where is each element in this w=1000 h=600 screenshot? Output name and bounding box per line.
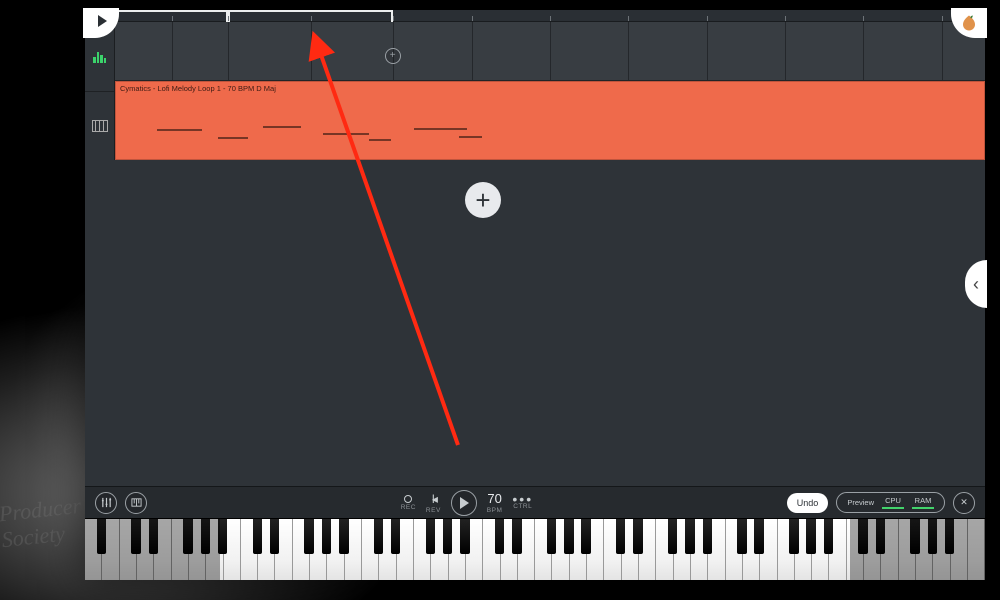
playlist-header-area: Cymatics - Lofi Melody Loop 1 - 70 BPM D… bbox=[85, 10, 985, 160]
black-key[interactable] bbox=[547, 519, 556, 554]
track-header-clip[interactable] bbox=[85, 91, 114, 160]
close-button[interactable]: ✕ bbox=[953, 492, 975, 514]
mixer-icon bbox=[101, 497, 112, 508]
ellipsis-icon: ••• bbox=[512, 496, 533, 502]
black-key[interactable] bbox=[806, 519, 815, 554]
rewind-label: REV bbox=[426, 507, 441, 514]
undo-button[interactable]: Undo bbox=[787, 493, 829, 513]
black-key[interactable] bbox=[564, 519, 573, 554]
playlist-canvas[interactable]: + bbox=[85, 160, 985, 486]
black-key[interactable] bbox=[304, 519, 313, 554]
black-key[interactable] bbox=[495, 519, 504, 554]
black-key[interactable] bbox=[824, 519, 833, 554]
pianoroll-icon bbox=[92, 120, 108, 132]
plus-icon: + bbox=[475, 185, 490, 216]
transport-bar: REC ǀ◂ REV 70 BPM ••• CTRL Undo Previ bbox=[85, 486, 985, 518]
add-automation-button[interactable] bbox=[385, 48, 401, 64]
clip-title: Cymatics - Lofi Melody Loop 1 - 70 BPM D… bbox=[120, 84, 276, 93]
black-key[interactable] bbox=[581, 519, 590, 554]
white-key[interactable] bbox=[968, 519, 985, 580]
black-key[interactable] bbox=[616, 519, 625, 554]
control-menu-button[interactable]: ••• CTRL bbox=[512, 496, 533, 510]
black-key[interactable] bbox=[668, 519, 677, 554]
pianoroll-button[interactable] bbox=[125, 492, 147, 514]
black-key[interactable] bbox=[218, 519, 227, 554]
black-key[interactable] bbox=[858, 519, 867, 554]
play-icon bbox=[460, 497, 469, 509]
black-key[interactable] bbox=[737, 519, 746, 554]
bpm-label: BPM bbox=[487, 507, 503, 514]
rewind-icon: ǀ◂ bbox=[432, 492, 435, 506]
black-key[interactable] bbox=[149, 519, 158, 554]
close-icon: ✕ bbox=[960, 497, 968, 508]
black-key[interactable] bbox=[253, 519, 262, 554]
black-key[interactable] bbox=[789, 519, 798, 554]
cpu-meter: CPU bbox=[882, 496, 904, 509]
black-key[interactable] bbox=[633, 519, 642, 554]
transport-center: REC ǀ◂ REV 70 BPM ••• CTRL bbox=[401, 490, 533, 516]
mixer-button[interactable] bbox=[95, 492, 117, 514]
app-window: ‹ bbox=[85, 10, 985, 580]
black-key[interactable] bbox=[183, 519, 192, 554]
black-key[interactable] bbox=[512, 519, 521, 554]
black-key[interactable] bbox=[374, 519, 383, 554]
black-key[interactable] bbox=[910, 519, 919, 554]
record-icon bbox=[404, 495, 412, 503]
chevron-left-icon: ‹ bbox=[973, 274, 979, 295]
black-key[interactable] bbox=[322, 519, 331, 554]
black-key[interactable] bbox=[443, 519, 452, 554]
timeline-ruler[interactable] bbox=[115, 10, 985, 22]
black-key[interactable] bbox=[754, 519, 763, 554]
rewind-button[interactable]: ǀ◂ REV bbox=[426, 492, 441, 514]
play-icon bbox=[98, 15, 107, 27]
ram-meter: RAM bbox=[912, 496, 934, 509]
black-key[interactable] bbox=[928, 519, 937, 554]
performance-pill[interactable]: Preview CPU RAM bbox=[836, 492, 945, 513]
black-key[interactable] bbox=[339, 519, 348, 554]
fruit-logo-icon bbox=[960, 14, 978, 32]
black-key[interactable] bbox=[426, 519, 435, 554]
black-key[interactable] bbox=[876, 519, 885, 554]
undo-label: Undo bbox=[797, 498, 819, 508]
black-key[interactable] bbox=[97, 519, 106, 554]
bpm-value: 70 bbox=[487, 491, 501, 506]
ctrl-label: CTRL bbox=[513, 503, 532, 510]
keys-icon bbox=[131, 497, 142, 508]
black-key[interactable] bbox=[270, 519, 279, 554]
clip-lane[interactable]: Cymatics - Lofi Melody Loop 1 - 70 BPM D… bbox=[115, 81, 985, 160]
black-key[interactable] bbox=[685, 519, 694, 554]
levels-icon bbox=[93, 51, 106, 63]
tempo-control[interactable]: 70 BPM bbox=[487, 491, 503, 514]
record-label: REC bbox=[401, 504, 416, 511]
black-key[interactable] bbox=[460, 519, 469, 554]
black-key[interactable] bbox=[131, 519, 140, 554]
record-button[interactable]: REC bbox=[401, 495, 416, 511]
automation-lane[interactable] bbox=[115, 22, 985, 81]
add-track-button[interactable]: + bbox=[465, 182, 501, 218]
audio-clip[interactable]: Cymatics - Lofi Melody Loop 1 - 70 BPM D… bbox=[115, 81, 985, 160]
play-button[interactable] bbox=[451, 490, 477, 516]
black-key[interactable] bbox=[201, 519, 210, 554]
clip-midi-preview bbox=[142, 124, 897, 145]
virtual-keyboard[interactable] bbox=[85, 518, 985, 580]
preview-label: Preview bbox=[847, 498, 874, 507]
black-key[interactable] bbox=[391, 519, 400, 554]
black-key[interactable] bbox=[703, 519, 712, 554]
black-key[interactable] bbox=[945, 519, 954, 554]
